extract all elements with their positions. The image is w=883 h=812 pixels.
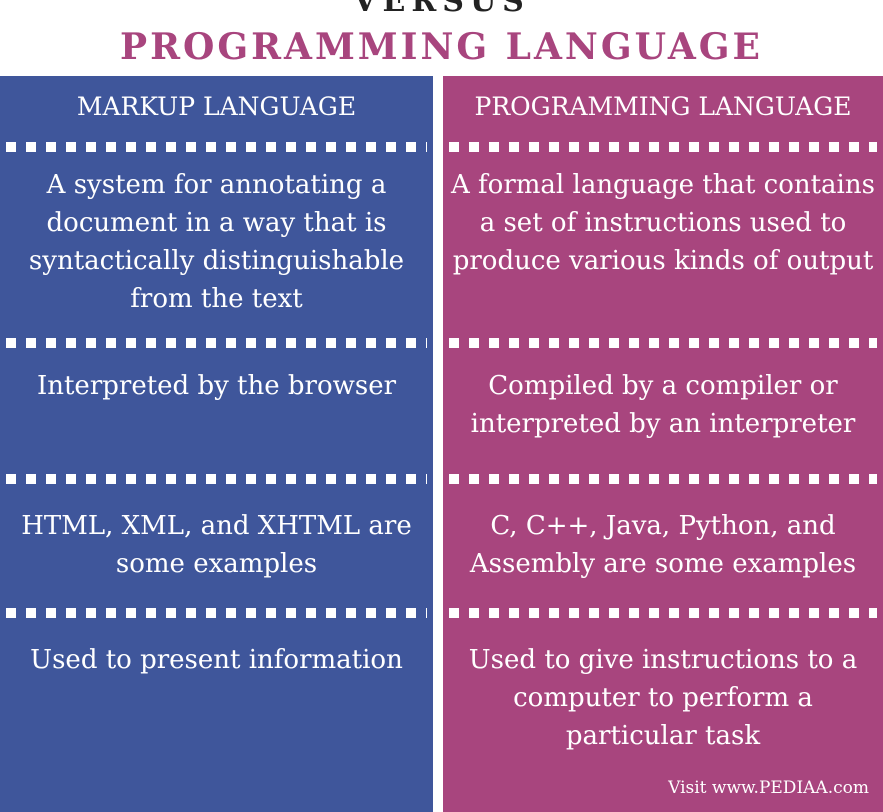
markup-definition: A system for annotating a document in a …	[28, 170, 405, 314]
dotted-divider	[449, 142, 877, 152]
programming-examples: C, C++, Java, Python, and Assembly are s…	[469, 511, 857, 579]
dotted-divider	[449, 608, 877, 618]
column-heading-programming: PROGRAMMING LANGUAGE	[474, 92, 852, 121]
header: VERSUS PROGRAMMING LANGUAGE	[0, 0, 883, 76]
programming-language-column: PROGRAMMING LANGUAGE A formal language t…	[443, 76, 883, 812]
dotted-divider	[449, 474, 877, 484]
column-heading-markup: MARKUP LANGUAGE	[76, 92, 357, 121]
dotted-divider	[6, 142, 427, 152]
markup-execution: Interpreted by the browser	[36, 371, 397, 401]
markup-examples: HTML, XML, and XHTML are some examples	[21, 511, 412, 579]
programming-purpose: Used to give instructions to a computer …	[468, 645, 858, 751]
page-title: PROGRAMMING LANGUAGE	[120, 26, 763, 68]
markup-purpose: Used to present information	[30, 645, 403, 675]
source-credit: Visit www.PEDIAA.com	[668, 778, 869, 798]
markup-language-column: MARKUP LANGUAGE A system for annotating …	[0, 76, 433, 812]
versus-label: VERSUS	[353, 0, 530, 19]
dotted-divider	[6, 338, 427, 348]
programming-execution: Compiled by a compiler or interpreted by…	[470, 371, 856, 439]
dotted-divider	[6, 474, 427, 484]
programming-definition: A formal language that contains a set of…	[451, 170, 875, 276]
dotted-divider	[449, 338, 877, 348]
dotted-divider	[6, 608, 427, 618]
